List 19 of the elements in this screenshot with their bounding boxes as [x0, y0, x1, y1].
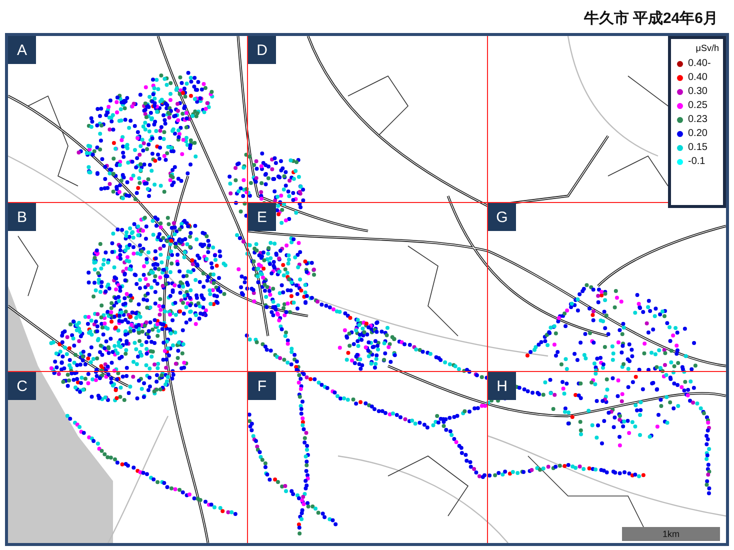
grid-label: F — [248, 372, 276, 400]
legend-label: 0.40- — [688, 58, 711, 69]
grid-label: C — [8, 372, 36, 400]
legend-label: 0.15 — [688, 142, 708, 153]
grid-label: A — [8, 36, 36, 64]
grid-label: E — [248, 203, 276, 231]
grid-label: H — [488, 372, 516, 400]
legend-label: 0.23 — [688, 114, 708, 125]
legend-label: 0.20 — [688, 128, 708, 139]
grid-label: B — [8, 203, 36, 231]
legend-label: 0.30 — [688, 86, 708, 97]
map-title: 牛久市 平成24年6月 — [584, 8, 718, 28]
grid-label: D — [248, 36, 276, 64]
grid-label: G — [488, 203, 516, 231]
scale-bar: 1km — [622, 527, 720, 541]
legend-label: 0.25 — [688, 100, 708, 111]
legend-label: 0.40 — [688, 72, 708, 83]
legend-label: -0.1 — [688, 156, 706, 167]
legend-unit: μSv/h — [696, 43, 719, 53]
